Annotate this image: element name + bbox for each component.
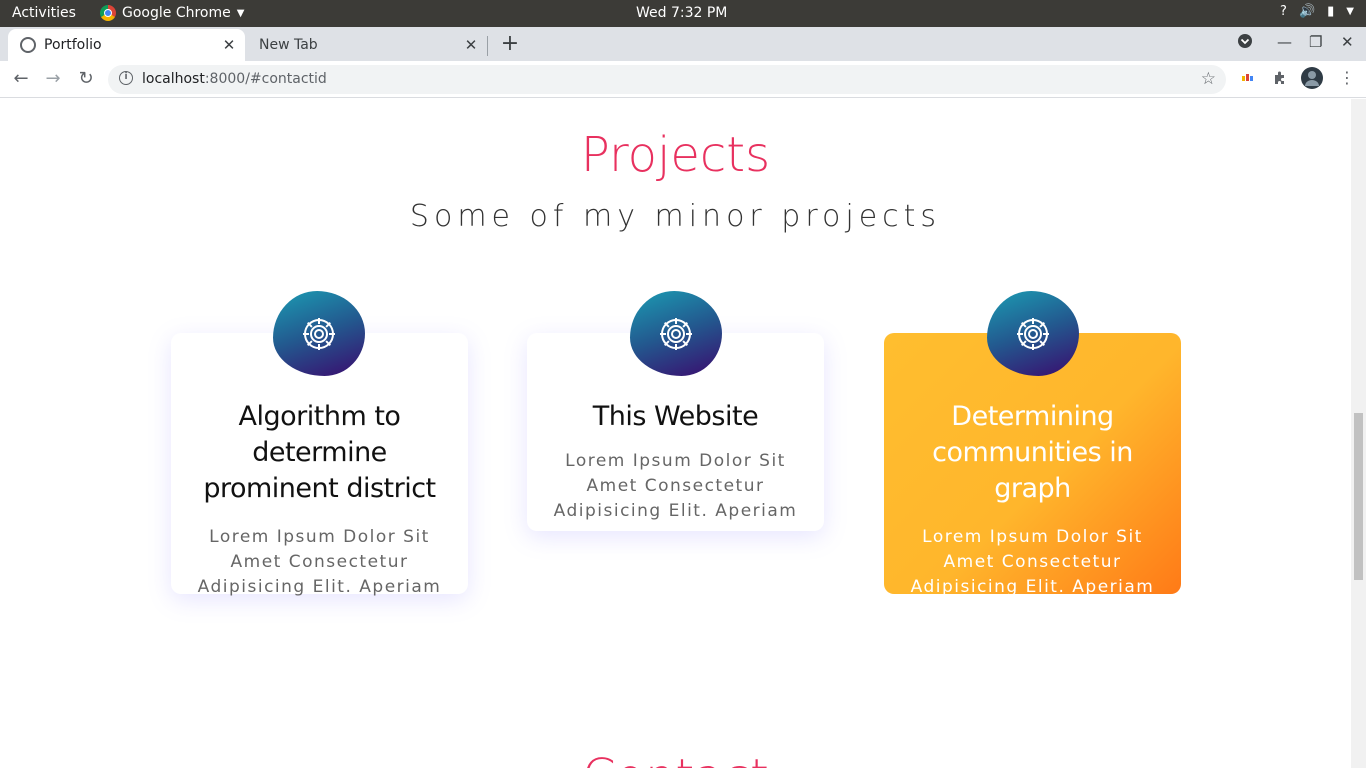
globe-icon <box>20 37 36 53</box>
gear-icon <box>987 291 1079 376</box>
back-icon[interactable]: ← <box>10 68 32 90</box>
browser-toolbar: ← → ↻ i localhost:8000/#contactid ☆ ⋮ <box>0 61 1366 98</box>
close-icon[interactable]: ✕ <box>461 36 481 54</box>
chrome-icon <box>100 5 116 21</box>
page-scrollbar[interactable] <box>1351 99 1366 768</box>
url-text: localhost:8000/#contactid <box>142 71 327 87</box>
projects-subtitle: Some of my minor projects <box>409 199 942 234</box>
chevron-down-icon: ▼ <box>236 7 245 19</box>
activities-button[interactable]: Activities <box>12 5 76 21</box>
tab-title: Portfolio <box>44 37 102 53</box>
tab-portfolio[interactable]: Portfolio ✕ <box>8 29 245 61</box>
page-viewport: Projects Some of my minor projects Algor… <box>0 99 1351 768</box>
bookmark-star-icon[interactable]: ☆ <box>1201 69 1216 89</box>
close-icon[interactable]: ✕ <box>219 36 239 54</box>
card-title: This Website <box>592 401 759 432</box>
forward-icon[interactable]: → <box>42 68 64 90</box>
card-description: Lorem Ipsum Dolor Sit Amet Consectetur A… <box>553 451 798 521</box>
avatar[interactable] <box>1301 67 1323 93</box>
extensions-puzzle-icon[interactable] <box>1272 70 1288 90</box>
app-menu-label: Google Chrome <box>122 5 231 21</box>
tab-strip: Portfolio ✕ New Tab ✕ + — ❐ ✕ <box>0 27 1366 61</box>
network-icon: ? <box>1280 4 1287 19</box>
card-title: Algorithm to determine prominent distric… <box>203 401 436 504</box>
restore-icon[interactable]: ❐ <box>1309 33 1322 51</box>
chevron-down-icon: ▼ <box>1346 6 1354 17</box>
reload-icon[interactable]: ↻ <box>75 68 97 90</box>
tab-new-tab[interactable]: New Tab ✕ <box>247 29 487 61</box>
minimize-icon[interactable]: — <box>1277 33 1292 51</box>
card-description: Lorem Ipsum Dolor Sit Amet Consectetur A… <box>197 527 442 597</box>
system-tray[interactable]: ? 🔊 ▮ ▼ <box>1280 4 1354 19</box>
system-top-bar: Activities Google Chrome ▼ Wed 7:32 PM ?… <box>0 0 1366 27</box>
volume-icon: 🔊 <box>1298 4 1316 19</box>
gear-icon <box>273 291 365 376</box>
close-window-icon[interactable]: ✕ <box>1341 33 1354 51</box>
info-icon[interactable]: i <box>119 71 133 85</box>
extension-icon[interactable] <box>1241 70 1255 89</box>
menu-kebab-icon[interactable]: ⋮ <box>1339 68 1355 87</box>
tab-separator <box>487 36 488 56</box>
projects-heading: Projects <box>580 127 771 183</box>
card-title: Determining communities in graph <box>932 401 1133 504</box>
scrollbar-thumb[interactable] <box>1354 413 1363 580</box>
clock[interactable]: Wed 7:32 PM <box>636 5 727 21</box>
new-tab-button[interactable]: + <box>500 32 520 56</box>
tab-title: New Tab <box>259 37 318 53</box>
gear-icon <box>630 291 722 376</box>
card-description: Lorem Ipsum Dolor Sit Amet Consectetur A… <box>910 527 1155 597</box>
battery-icon: ▮ <box>1327 4 1335 19</box>
address-bar[interactable]: i localhost:8000/#contactid ☆ <box>108 65 1226 94</box>
app-menu[interactable]: Google Chrome ▼ <box>100 5 244 21</box>
contact-heading: Contact <box>0 749 1351 768</box>
tab-search-icon[interactable] <box>1237 33 1253 53</box>
